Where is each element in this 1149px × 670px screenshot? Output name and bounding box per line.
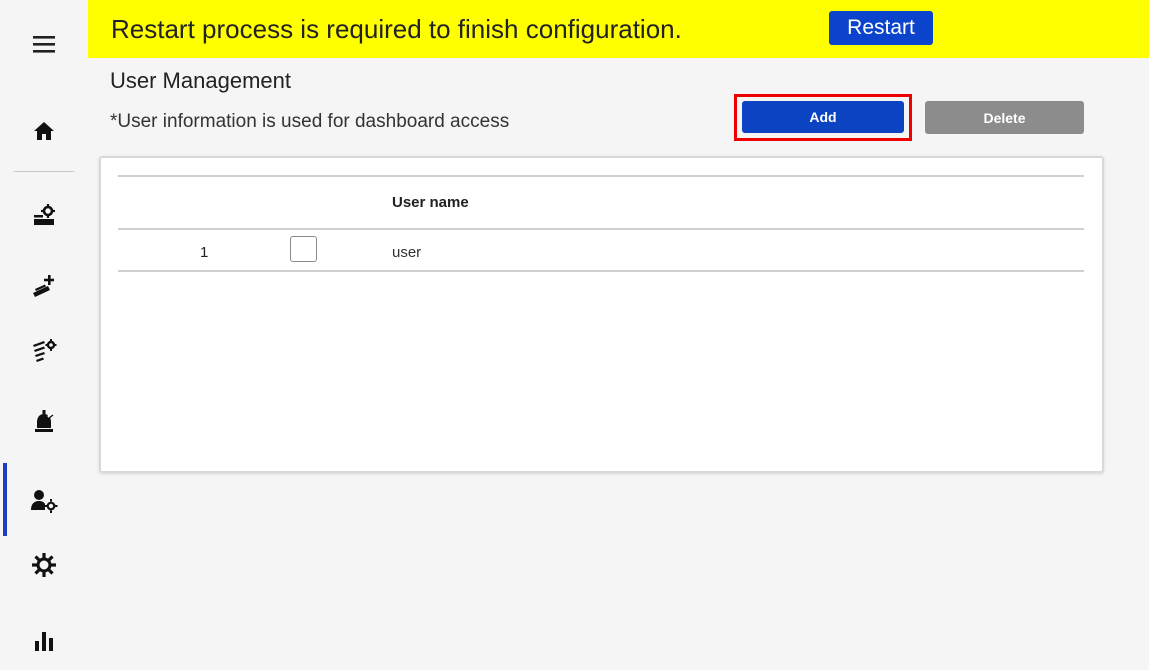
sidebar-item-settings[interactable] <box>0 535 88 595</box>
page-title: User Management <box>110 68 291 93</box>
restart-message: Restart process is required to finish co… <box>111 14 682 44</box>
add-camera-icon <box>33 275 54 297</box>
camera-group-settings-icon <box>33 339 57 362</box>
add-user-button[interactable]: Add <box>742 101 904 133</box>
bar-chart-icon <box>35 632 53 651</box>
user-table-card: User name 1 user <box>99 156 1104 473</box>
gear-icon <box>32 553 56 577</box>
sidebar-item-camera-settings[interactable] <box>0 320 88 380</box>
user-settings-icon <box>31 490 58 513</box>
restart-button[interactable]: Restart <box>829 11 933 45</box>
row-select-checkbox[interactable] <box>290 236 317 262</box>
column-header-user-name: User name <box>392 194 469 211</box>
row-index: 1 <box>200 244 209 261</box>
sidebar-item-add-camera[interactable] <box>0 256 88 316</box>
sidebar-item-home[interactable] <box>0 101 88 161</box>
table-bottom-rule <box>118 270 1084 272</box>
sidebar-divider <box>14 171 74 172</box>
table-top-rule <box>118 175 1084 177</box>
alarm-icon <box>35 410 54 432</box>
sidebar-item-statistics[interactable] <box>0 610 88 670</box>
sidebar-item-user-management[interactable] <box>0 471 88 531</box>
table-header-rule <box>118 228 1084 230</box>
delete-user-button[interactable]: Delete <box>925 101 1084 134</box>
restart-banner: Restart process is required to finish co… <box>88 0 1149 58</box>
page-subtitle: *User information is used for dashboard … <box>110 111 510 132</box>
device-settings-icon <box>34 204 55 225</box>
sidebar-item-device-settings[interactable] <box>0 185 88 245</box>
hamburger-menu-icon <box>33 36 55 53</box>
sidebar <box>0 0 88 658</box>
menu-button[interactable] <box>0 14 88 74</box>
sidebar-item-alarm[interactable] <box>0 392 88 452</box>
home-icon <box>34 122 54 140</box>
row-user-name: user <box>392 244 422 261</box>
